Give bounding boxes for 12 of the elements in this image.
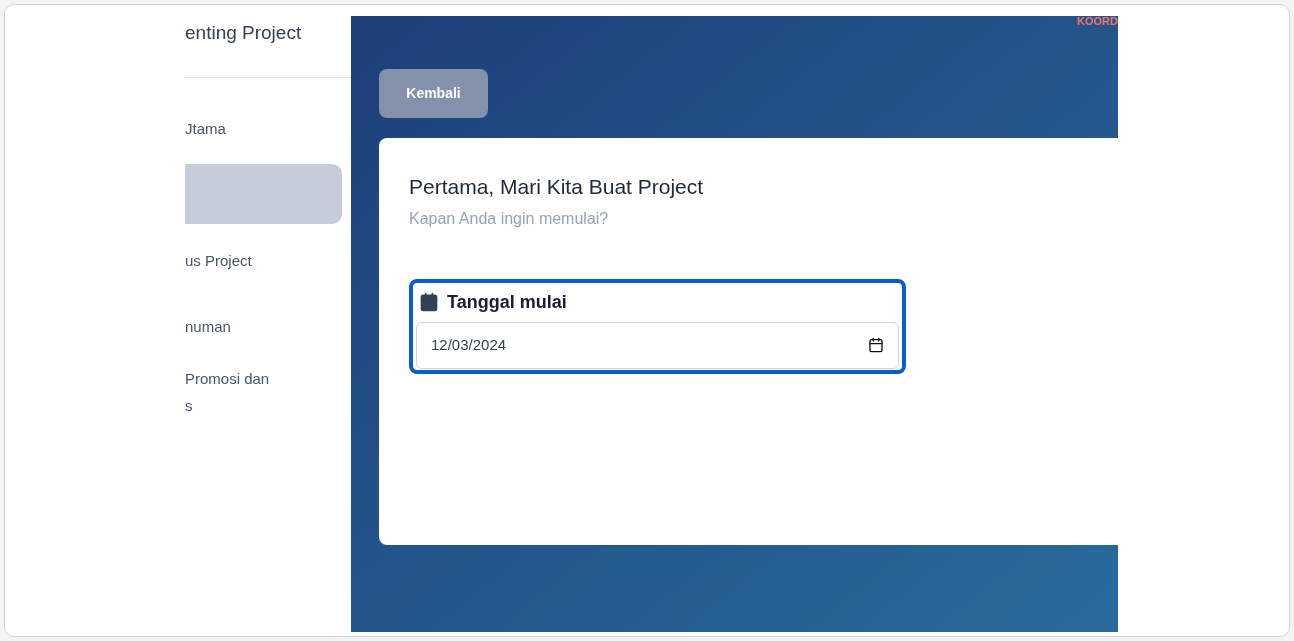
calendar-icon [419, 292, 439, 312]
card-title: Pertama, Mari Kita Buat Project [409, 174, 705, 200]
card-subtitle: Kapan Anda ingin memulai? [409, 208, 610, 229]
sidebar-item[interactable]: numan [185, 296, 342, 356]
sidebar-item[interactable]: us Project [185, 230, 342, 290]
sidebar-title: enting Project [185, 21, 303, 45]
field-label: Tanggal mulai [447, 290, 567, 314]
sidebar-item[interactable]: Jtama [185, 98, 342, 158]
sidebar-item[interactable]: Promosi dan s [185, 362, 342, 422]
role-tag: KOORD [1077, 16, 1118, 27]
date-field[interactable]: 12/03/2024 [416, 321, 899, 369]
calendar-icon[interactable] [868, 337, 884, 353]
